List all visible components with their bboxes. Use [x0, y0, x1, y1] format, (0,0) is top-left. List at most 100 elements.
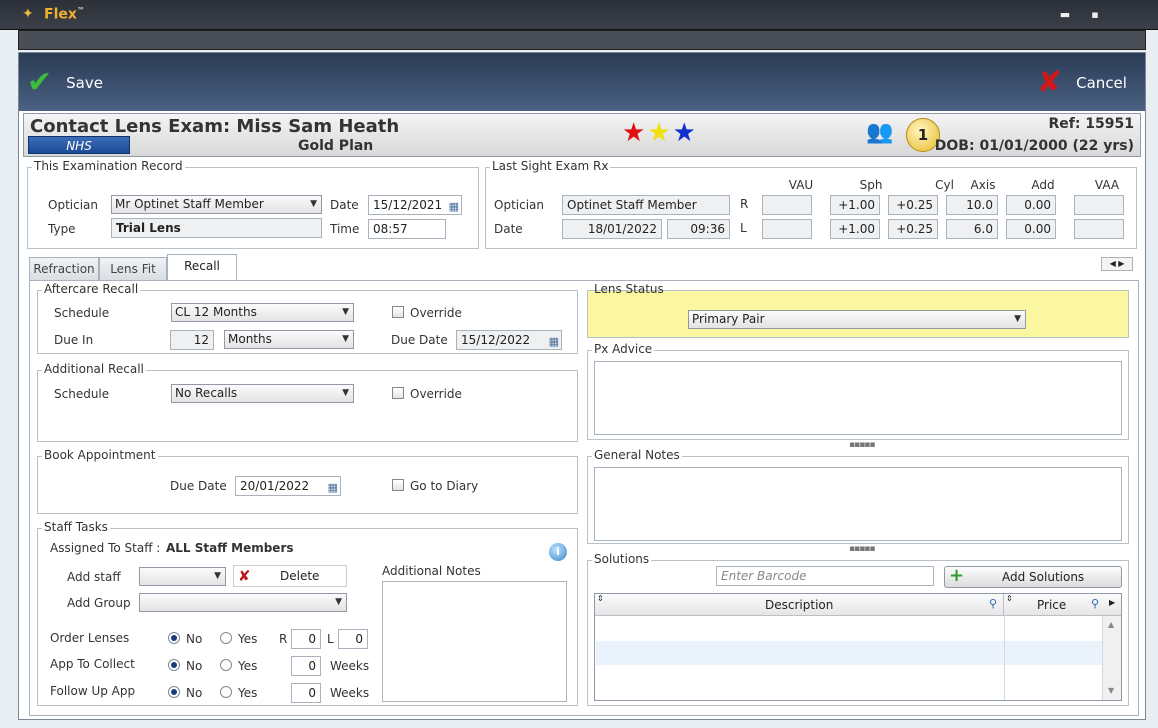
- delete-label: Delete: [280, 569, 320, 583]
- chevron-right-icon[interactable]: ▶: [1109, 598, 1115, 607]
- save-button[interactable]: ✔ Save: [27, 67, 103, 99]
- tab-refraction[interactable]: Refraction: [29, 257, 99, 281]
- calendar-icon[interactable]: ▦: [449, 198, 459, 214]
- cancel-button[interactable]: ✘ Cancel: [1037, 67, 1127, 99]
- search-icon[interactable]: ⚲: [989, 597, 997, 610]
- order-lenses-yes-radio[interactable]: [220, 632, 232, 644]
- maximize-button[interactable]: ▪: [1088, 8, 1102, 21]
- override-label: Override: [410, 387, 462, 401]
- patient-ref: Ref: 15951: [1048, 116, 1134, 132]
- type-label: Type: [48, 222, 76, 236]
- rx-r-cyl: +0.25: [888, 195, 938, 215]
- col-description[interactable]: Description: [765, 598, 833, 612]
- general-notes-textarea[interactable]: [594, 467, 1122, 541]
- chevron-down-icon[interactable]: ▼: [1108, 686, 1114, 695]
- order-l-field[interactable]: 0: [338, 629, 368, 649]
- table-row[interactable]: [596, 665, 1102, 689]
- search-icon[interactable]: ⚲: [1091, 597, 1099, 610]
- contact-lens-exam-dialog: ✔ Save ✘ Cancel Contact Lens Exam: Miss …: [18, 52, 1146, 720]
- assigned-value: ALL Staff Members: [166, 541, 294, 555]
- lens-status-select[interactable]: Primary Pair ▼: [688, 310, 1026, 329]
- group-legend: Px Advice: [592, 342, 655, 356]
- delete-staff-button[interactable]: ✘ Delete: [233, 565, 347, 587]
- chevron-left-icon[interactable]: ◀: [1110, 259, 1116, 268]
- patient-dob: DOB: 01/01/2000 (22 yrs): [934, 138, 1134, 154]
- minimize-button[interactable]: ▬: [1058, 8, 1072, 21]
- splitter-handle[interactable]: ▪▪▪▪▪: [849, 544, 875, 554]
- px-advice-textarea[interactable]: [594, 361, 1122, 435]
- go-to-diary-checkbox[interactable]: [392, 479, 404, 491]
- group-legend: Additional Recall: [42, 362, 146, 376]
- add-staff-select[interactable]: ▼: [139, 567, 226, 586]
- sort-icon[interactable]: ⇕: [597, 594, 604, 603]
- chevron-down-icon: ▼: [342, 307, 349, 317]
- chevron-down-icon: ▼: [342, 334, 349, 344]
- title-bar: ✦ Flex™ ▬ ▪: [0, 0, 1158, 30]
- additional-recall-group: Additional Recall Schedule No Recalls ▼ O…: [37, 362, 578, 442]
- additional-notes-textarea[interactable]: [382, 581, 567, 702]
- sort-icon[interactable]: ⇕: [1006, 594, 1013, 603]
- exam-date-field[interactable]: 15/12/2021 ▦: [368, 195, 462, 215]
- collect-yes-radio[interactable]: [220, 659, 232, 671]
- table-row[interactable]: [596, 641, 1102, 665]
- due-in-number[interactable]: 12: [170, 330, 214, 350]
- col-cyl: Cyl: [935, 178, 954, 192]
- add-group-select[interactable]: ▼: [139, 593, 347, 612]
- family-group-icon[interactable]: 👥: [866, 120, 893, 145]
- follow-up-no-radio[interactable]: [168, 686, 180, 698]
- col-price[interactable]: Price: [1037, 598, 1066, 612]
- aftercare-override-checkbox[interactable]: [392, 306, 404, 318]
- flex-logo-icon: ✦: [22, 6, 34, 22]
- col-add: Add: [1031, 178, 1055, 192]
- no-label: No: [186, 686, 203, 700]
- sight-exam-group: Last Sight Exam Rx VAU Sph Cyl Axis Add …: [485, 159, 1137, 249]
- chevron-down-icon: ▼: [342, 388, 349, 398]
- schedule-label: Schedule: [54, 306, 110, 320]
- rx-r-add: 0.00: [1006, 195, 1056, 215]
- sight-time-field: 09:36: [667, 219, 730, 239]
- order-lenses-no-radio[interactable]: [168, 632, 180, 644]
- exam-time-field[interactable]: 08:57: [368, 219, 446, 239]
- barcode-input[interactable]: Enter Barcode: [716, 566, 934, 586]
- add-solutions-button[interactable]: + Add Solutions: [944, 566, 1122, 588]
- tab-lens-fit[interactable]: Lens Fit: [99, 257, 167, 281]
- tab-recall[interactable]: Recall: [167, 254, 237, 281]
- solutions-group: Solutions Enter Barcode + Add Solutions …: [587, 552, 1129, 706]
- cross-icon: ✘: [238, 567, 251, 585]
- optician-select[interactable]: Mr Optinet Staff Member ▼: [111, 195, 322, 214]
- rx-l-add: 0.00: [1006, 219, 1056, 239]
- table-row[interactable]: [596, 617, 1102, 641]
- appointment-due-date-field[interactable]: 20/01/2022 ▦: [235, 476, 341, 496]
- collect-no-radio[interactable]: [168, 659, 180, 671]
- aftercare-schedule-select[interactable]: CL 12 Months ▼: [171, 303, 354, 322]
- info-icon[interactable]: i: [549, 543, 567, 561]
- general-notes-group: General Notes: [587, 448, 1129, 544]
- plus-icon: +: [949, 565, 965, 586]
- chevron-up-icon[interactable]: ▲: [1108, 620, 1114, 629]
- date-label: Date: [330, 198, 359, 212]
- grid-header: ⇕ Description ⚲ ⇕ Price ⚲ ▶: [595, 594, 1121, 616]
- star-icon: ★: [622, 118, 648, 148]
- follow-weeks-field[interactable]: 0: [291, 683, 321, 703]
- group-legend: Aftercare Recall: [42, 282, 141, 296]
- weeks-label: Weeks: [330, 686, 370, 700]
- additional-schedule-select[interactable]: No Recalls ▼: [171, 384, 354, 403]
- chevron-right-icon[interactable]: ▶: [1118, 259, 1124, 268]
- lens-status-group: Lens Status Primary Pair ▼: [587, 282, 1129, 338]
- rx-r-vaa: [1074, 195, 1124, 215]
- splitter-handle[interactable]: ▪▪▪▪▪: [849, 440, 875, 450]
- additional-notes-label: Additional Notes: [382, 564, 481, 578]
- rx-l-sph: +1.00: [830, 219, 880, 239]
- due-in-unit-select[interactable]: Months ▼: [224, 330, 354, 349]
- sight-date-field: 18/01/2022: [562, 219, 662, 239]
- order-lenses-label: Order Lenses: [50, 631, 130, 645]
- calendar-icon[interactable]: ▦: [549, 333, 559, 349]
- aftercare-due-date-field[interactable]: 15/12/2022 ▦: [456, 330, 562, 350]
- additional-override-checkbox[interactable]: [392, 387, 404, 399]
- grid-scrollbar[interactable]: ▲ ▼: [1102, 616, 1121, 700]
- collect-weeks-field[interactable]: 0: [291, 656, 321, 676]
- order-r-field[interactable]: 0: [291, 629, 321, 649]
- tab-scroll-buttons[interactable]: ◀ ▶: [1101, 257, 1133, 271]
- follow-up-yes-radio[interactable]: [220, 686, 232, 698]
- calendar-icon[interactable]: ▦: [328, 479, 338, 495]
